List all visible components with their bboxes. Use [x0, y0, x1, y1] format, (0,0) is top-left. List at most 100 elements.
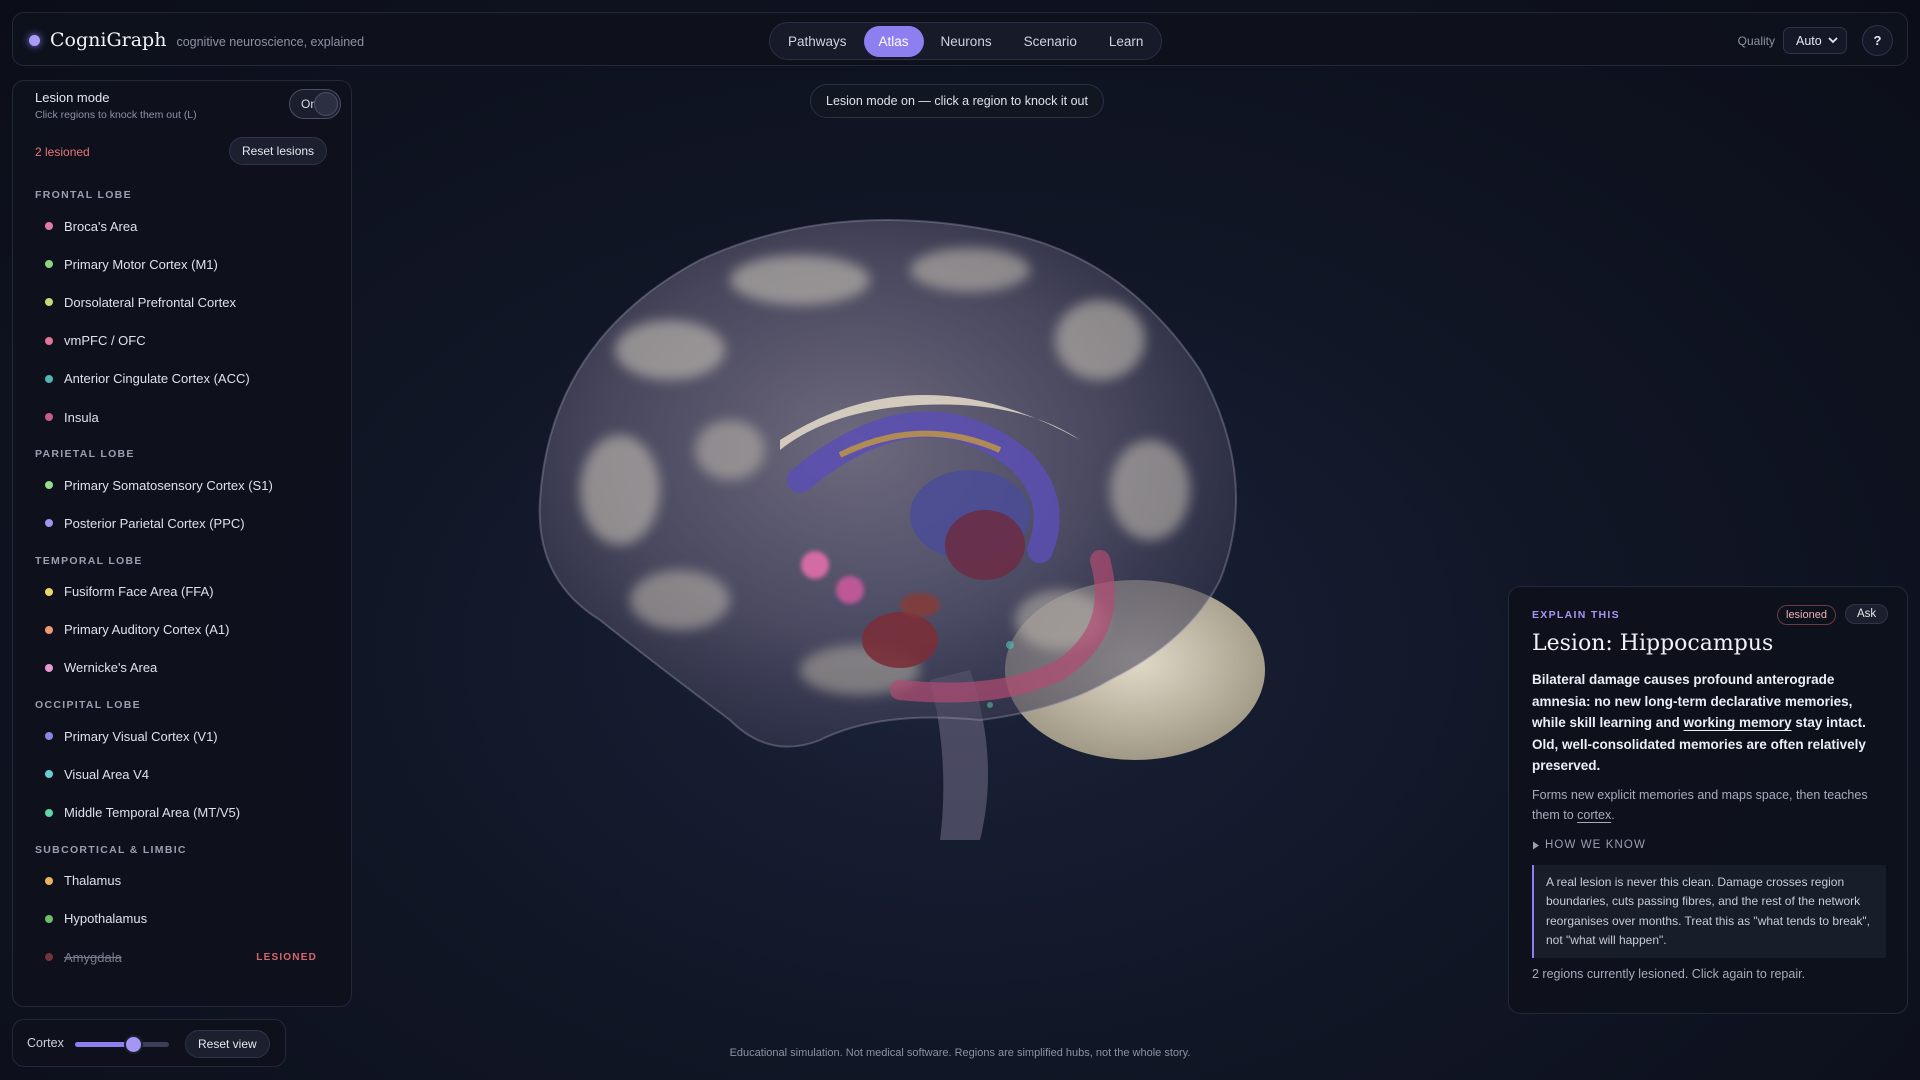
region-label: Visual Area V4 — [64, 766, 150, 782]
group-title: FRONTAL LOBE — [35, 189, 132, 201]
lesioned-badge: lesioned — [1777, 605, 1836, 625]
hypothalamus-mesh[interactable] — [945, 510, 1025, 580]
region-item[interactable]: vmPFC / OFC — [13, 322, 351, 360]
region-color-dot — [45, 663, 53, 672]
region-color-dot — [45, 914, 53, 923]
region-label: Fusiform Face Area (FFA) — [64, 584, 214, 600]
quality-value: Auto — [1796, 33, 1822, 48]
tab-learn[interactable]: Learn — [1094, 26, 1159, 57]
region-color-dot — [45, 298, 53, 307]
cortex-link[interactable]: cortex — [1577, 808, 1611, 822]
region-color-dot — [45, 770, 53, 779]
region-item[interactable]: Primary Auditory Cortex (A1) — [13, 611, 351, 649]
tab-neurons[interactable]: Neurons — [926, 26, 1007, 57]
region-label: Primary Visual Cortex (V1) — [64, 728, 218, 744]
reset-lesions-button[interactable]: Reset lesions — [229, 137, 328, 165]
region-item[interactable]: Anterior Cingulate Cortex (ACC) — [13, 360, 351, 398]
region-item[interactable]: Posterior Parietal Cortex (PPC) — [13, 504, 351, 542]
region-label: vmPFC / OFC — [64, 333, 146, 349]
region-item[interactable]: Amygdala LESIONED — [13, 938, 351, 976]
brain-3d-view[interactable] — [500, 200, 1360, 880]
broca-mesh[interactable] — [836, 576, 864, 604]
region-color-dot — [45, 808, 53, 817]
region-item[interactable]: Thalamus — [13, 862, 351, 900]
region-label: Primary Somatosensory Cortex (S1) — [64, 477, 273, 493]
working-memory-link[interactable]: working memory — [1684, 715, 1792, 730]
region-panel: Lesion mode Click regions to knock them … — [12, 80, 352, 1007]
region-color-dot — [45, 336, 53, 345]
how-we-know-content: A real lesion is never this clean. Damag… — [1532, 865, 1886, 959]
region-label: Thalamus — [64, 873, 122, 889]
ask-button[interactable]: Ask — [1845, 604, 1889, 624]
quality-control: Quality Auto — [1738, 27, 1847, 54]
group-title: SUBCORTICAL & LIMBIC — [35, 843, 187, 856]
region-label: Insula — [64, 409, 99, 425]
region-label: Primary Auditory Cortex (A1) — [64, 622, 230, 638]
brand[interactable]: CogniGraph cognitive neuroscience, expla… — [29, 13, 364, 67]
explain-title: Lesion: Hippocampus — [1532, 631, 1774, 656]
region-item[interactable]: Primary Visual Cortex (V1) — [13, 717, 351, 755]
brand-logo-icon — [29, 34, 40, 46]
region-item[interactable]: Visual Area V4 — [13, 755, 351, 793]
group-title: PARIETAL LOBE — [35, 448, 135, 461]
chevron-down-icon — [1828, 37, 1838, 44]
caret-right-icon — [1533, 841, 1539, 849]
help-button[interactable]: ? — [1862, 25, 1893, 56]
lesion-mode-banner: Lesion mode on — click a region to knock… — [810, 84, 1104, 118]
region-label: Posterior Parietal Cortex (PPC) — [64, 515, 245, 531]
region-label: Primary Motor Cortex (M1) — [64, 256, 218, 272]
region-label: Wernicke's Area — [64, 660, 158, 676]
quality-label: Quality — [1737, 33, 1775, 48]
quality-select[interactable]: Auto — [1783, 27, 1847, 54]
region-item[interactable]: Fusiform Face Area (FFA) — [13, 573, 351, 611]
amygdala-mesh[interactable] — [862, 612, 938, 668]
body-text: . — [1611, 808, 1615, 822]
main-tabs: Pathways Atlas Neurons Scenario Learn — [769, 22, 1163, 60]
region-color-dot — [45, 625, 53, 634]
region-color-dot — [45, 222, 53, 231]
lesion-mode-toggle[interactable]: On — [289, 89, 341, 119]
region-item[interactable]: Hypothalamus — [13, 900, 351, 938]
region-color-dot — [45, 519, 53, 528]
tab-scenario[interactable]: Scenario — [1009, 26, 1092, 57]
region-label: Anterior Cingulate Cortex (ACC) — [64, 371, 250, 387]
top-bar: CogniGraph cognitive neuroscience, expla… — [12, 12, 1908, 66]
brand-tagline: cognitive neuroscience, explained — [176, 34, 365, 49]
region-color-dot — [45, 876, 53, 885]
region-color-dot — [45, 481, 53, 490]
group-title: OCCIPITAL LOBE — [35, 699, 141, 712]
region-color-dot — [45, 953, 53, 962]
group-title: TEMPORAL LOBE — [35, 554, 143, 567]
tab-pathways[interactable]: Pathways — [773, 26, 862, 57]
tab-atlas[interactable]: Atlas — [863, 25, 924, 57]
region-list: FRONTAL LOBE Broca's Area Primary Motor Co… — [13, 177, 351, 976]
region-mesh — [900, 593, 940, 617]
explain-summary: Bilateral damage causes profound anterog… — [1532, 669, 1884, 777]
marker — [1006, 641, 1014, 649]
explain-panel: EXPLAIN THIS lesioned Ask Lesion: Hippoc… — [1508, 586, 1908, 1014]
marker — [987, 702, 993, 708]
explain-kicker: EXPLAIN THIS — [1532, 609, 1620, 621]
region-item[interactable]: Primary Motor Cortex (M1) — [13, 245, 351, 283]
region-color-dot — [45, 374, 53, 383]
region-label: Amygdala — [64, 949, 122, 965]
region-item[interactable]: Broca's Area — [13, 207, 351, 245]
region-color-dot — [45, 413, 53, 422]
region-label: Hypothalamus — [64, 911, 148, 927]
cortex-control: Cortex Reset view — [12, 1019, 286, 1067]
explain-body: Forms new explicit memories and maps spa… — [1532, 785, 1884, 825]
region-item[interactable]: Wernicke's Area — [13, 649, 351, 687]
region-item[interactable]: Insula — [13, 398, 351, 436]
how-we-know-label: HOW WE KNOW — [1545, 839, 1646, 851]
region-label: Dorsolateral Prefrontal Cortex — [64, 294, 236, 310]
vmpfc-mesh[interactable] — [801, 551, 829, 579]
disclaimer: Educational simulation. Not medical soft… — [729, 1047, 1191, 1059]
lesioned-tag: LESIONED — [256, 951, 317, 963]
region-item[interactable]: Primary Somatosensory Cortex (S1) — [13, 466, 351, 504]
brand-name: CogniGraph — [50, 29, 167, 51]
lesioned-count: 2 lesioned — [35, 145, 90, 159]
how-we-know-toggle[interactable]: HOW WE KNOW — [1532, 839, 1646, 851]
region-item[interactable]: Middle Temporal Area (MT/V5) — [13, 793, 351, 831]
lesion-mode-hint: Click regions to knock them out (L) — [35, 109, 197, 121]
region-item[interactable]: Dorsolateral Prefrontal Cortex — [13, 283, 351, 321]
